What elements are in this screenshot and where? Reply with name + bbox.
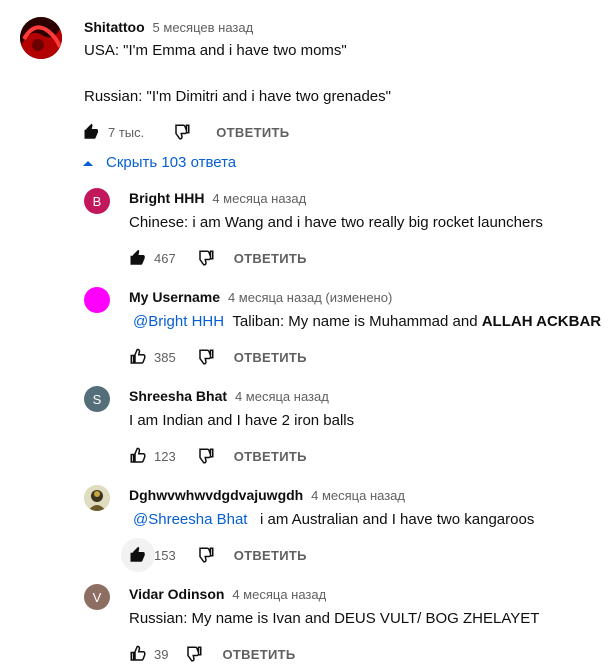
- comment-text-line-2: Russian: "I'm Dimitri and i have two gre…: [84, 88, 391, 105]
- author-name[interactable]: Shreesha Bhat: [129, 388, 227, 404]
- comment-header: Dghwvwhwvdgdvajuwgdh 4 месяца назад: [129, 487, 405, 503]
- comment-body-bold: ALLAH ACKBAR: [481, 313, 602, 330]
- reply-comment: Dghwvwhwvdgdvajuwgdh 4 месяца назад @Shr…: [0, 477, 611, 575]
- reply-button[interactable]: ОТВЕТИТЬ: [216, 125, 289, 140]
- dislike-button[interactable]: [194, 246, 218, 270]
- dislike-button[interactable]: [170, 120, 194, 144]
- timestamp[interactable]: 4 месяца назад: [232, 587, 326, 602]
- thumb-up-icon: [130, 645, 146, 661]
- comment-actions: 7 тыс. ОТВЕТИТЬ: [80, 120, 289, 144]
- avatar-image: [20, 17, 62, 59]
- comment-actions: 153 ОТВЕТИТЬ: [121, 538, 307, 572]
- avatar[interactable]: B: [84, 188, 110, 214]
- caret-up-icon: [83, 160, 93, 166]
- mention-link[interactable]: @Shreesha Bhat: [133, 511, 247, 528]
- comment-header: Shitattoo 5 месяцев назад: [84, 19, 253, 35]
- thumb-up-icon: [130, 447, 146, 463]
- comment-header: My Username 4 месяца назад (изменено): [129, 289, 392, 305]
- avatar-image: [84, 485, 110, 511]
- like-button[interactable]: [126, 444, 150, 468]
- avatar[interactable]: V: [84, 584, 110, 610]
- reply-button[interactable]: ОТВЕТИТЬ: [234, 251, 307, 266]
- reply-button[interactable]: ОТВЕТИТЬ: [234, 449, 307, 464]
- dislike-button[interactable]: [194, 345, 218, 369]
- like-button[interactable]: [121, 538, 155, 572]
- avatar[interactable]: S: [84, 386, 110, 412]
- timestamp[interactable]: 4 месяца назад: [311, 488, 405, 503]
- thumb-down-icon: [198, 448, 214, 464]
- comment-header: Shreesha Bhat 4 месяца назад: [129, 388, 329, 404]
- comment-text: Chinese: i am Wang and i have two really…: [129, 214, 543, 231]
- reply-comment: V Vidar Odinson 4 месяца назад Russian: …: [0, 576, 611, 671]
- hide-replies-label: Скрыть 103 ответа: [106, 154, 237, 171]
- comment-text-line-1: USA: "I'm Emma and i have two moms": [84, 42, 347, 59]
- comment-actions: 123 ОТВЕТИТЬ: [126, 444, 307, 468]
- comment-actions: 39 ОТВЕТИТЬ: [126, 642, 296, 666]
- reply-comment: S Shreesha Bhat 4 месяца назад I am Indi…: [0, 378, 611, 476]
- comment-body: Taliban: My name is Muhammad and: [232, 313, 482, 330]
- thumb-up-icon: [130, 348, 146, 364]
- author-name[interactable]: Bright HHH: [129, 190, 204, 206]
- avatar[interactable]: [84, 287, 110, 313]
- reply-comment: B Bright HHH 4 месяца назад Chinese: i a…: [0, 180, 611, 278]
- comment-header: Bright HHH 4 месяца назад: [129, 190, 306, 206]
- thumb-down-icon: [198, 547, 214, 563]
- comment-body: i am Australian and I have two kangaroos: [259, 511, 535, 528]
- avatar[interactable]: [20, 17, 62, 59]
- reply-button[interactable]: ОТВЕТИТЬ: [234, 548, 307, 563]
- timestamp[interactable]: 4 месяца назад (изменено): [228, 290, 392, 305]
- thumb-up-icon: [130, 546, 145, 562]
- reply-button[interactable]: ОТВЕТИТЬ: [234, 350, 307, 365]
- reply-button[interactable]: ОТВЕТИТЬ: [222, 647, 295, 662]
- dislike-button[interactable]: [182, 642, 206, 666]
- timestamp[interactable]: 5 месяцев назад: [153, 20, 254, 35]
- avatar[interactable]: [84, 485, 110, 511]
- thumb-down-icon: [187, 646, 202, 662]
- reply-comment: My Username 4 месяца назад (изменено) @B…: [0, 279, 611, 377]
- mention-link[interactable]: @Bright HHH: [133, 313, 224, 330]
- thumb-down-icon: [175, 124, 190, 140]
- comment-actions: 385 ОТВЕТИТЬ: [126, 345, 307, 369]
- like-button[interactable]: [126, 642, 150, 666]
- author-name[interactable]: Shitattoo: [84, 19, 145, 35]
- thumb-down-icon: [198, 349, 214, 365]
- like-button[interactable]: [80, 120, 104, 144]
- thumb-up-icon: [84, 123, 98, 139]
- like-count: 123: [154, 448, 176, 464]
- author-name[interactable]: Dghwvwhwvdgdvajuwgdh: [129, 487, 303, 503]
- timestamp[interactable]: 4 месяца назад: [235, 389, 329, 404]
- comment-text: @Bright HHH Taliban: My name is Muhammad…: [133, 313, 601, 330]
- thumb-down-icon: [198, 250, 214, 266]
- top-comment: Shitattoo 5 месяцев назад USA: "I'm Emma…: [0, 0, 611, 150]
- like-count: 39: [154, 646, 169, 662]
- dislike-button[interactable]: [194, 444, 218, 468]
- author-name[interactable]: My Username: [129, 289, 220, 305]
- comment-text: Russian: My name is Ivan and DEUS VULT/ …: [129, 610, 540, 627]
- comment-text: @Shreesha Bhat i am Australian and I hav…: [133, 511, 534, 528]
- like-button[interactable]: [126, 345, 150, 369]
- thumb-up-icon: [130, 249, 145, 265]
- hide-replies-button[interactable]: Скрыть 103 ответа: [82, 154, 236, 171]
- like-count: 467: [154, 250, 176, 266]
- timestamp[interactable]: 4 месяца назад: [212, 191, 306, 206]
- author-name[interactable]: Vidar Odinson: [129, 586, 224, 602]
- like-count: 385: [154, 349, 176, 365]
- comment-header: Vidar Odinson 4 месяца назад: [129, 586, 326, 602]
- comment-actions: 467 ОТВЕТИТЬ: [126, 246, 307, 270]
- like-count: 153: [154, 547, 176, 563]
- comment-text: I am Indian and I have 2 iron balls: [129, 412, 355, 429]
- like-button[interactable]: [126, 246, 150, 270]
- dislike-button[interactable]: [194, 543, 218, 567]
- like-count: 7 тыс.: [108, 124, 145, 140]
